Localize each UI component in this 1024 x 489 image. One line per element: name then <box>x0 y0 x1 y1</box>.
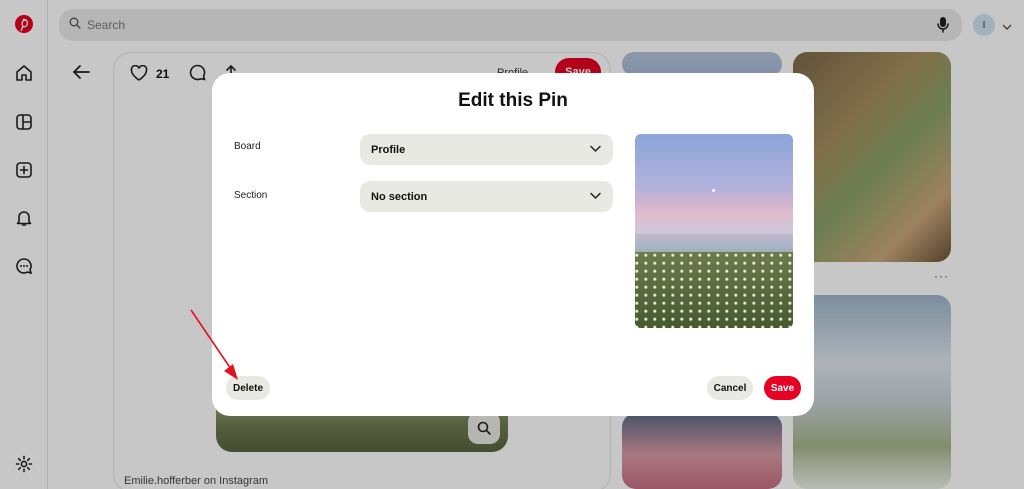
annotation-arrow <box>190 309 238 380</box>
